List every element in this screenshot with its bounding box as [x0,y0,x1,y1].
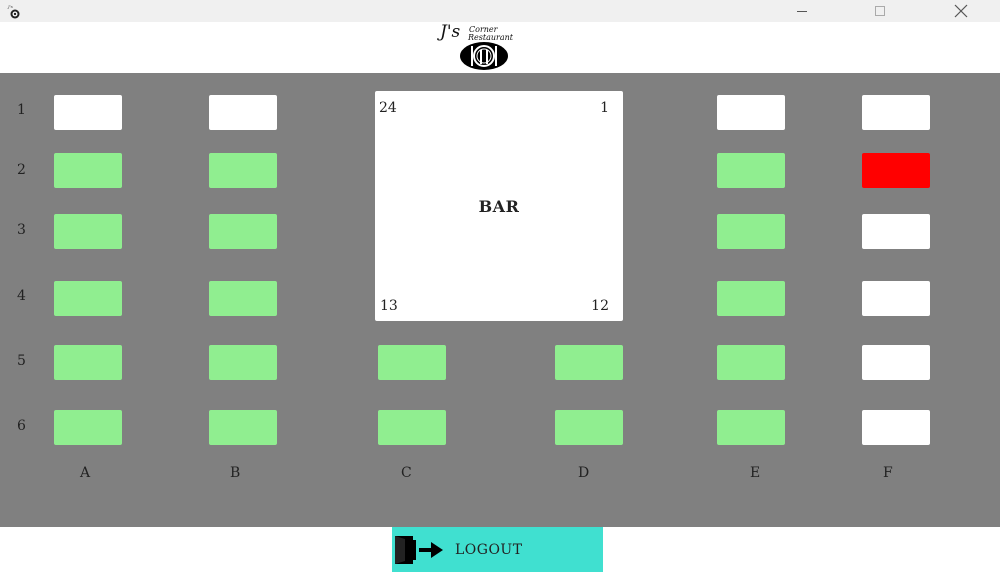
table-a4[interactable] [54,281,122,316]
table-e1[interactable] [717,95,785,130]
logo-initials: J's [440,22,461,42]
logout-button[interactable]: LOGOUT [392,527,603,572]
bar-seat-24: 24 [379,100,397,116]
table-f3[interactable] [862,214,930,249]
table-a1[interactable] [54,95,122,130]
logo-line-2: Restaurant [468,33,513,42]
table-a2[interactable] [54,153,122,188]
restaurant-logo: J's Corner Restaurant [438,22,528,72]
exit-door-icon [395,536,443,564]
table-e5[interactable] [717,345,785,380]
table-a5[interactable] [54,345,122,380]
logout-label: LOGOUT [455,542,523,558]
table-e4[interactable] [717,281,785,316]
row-label-6: 6 [17,418,26,434]
footer: LOGOUT [0,527,1000,572]
table-b5[interactable] [209,345,277,380]
column-label-b: B [230,465,241,481]
close-icon [954,4,968,18]
plate-fork-knife-icon [460,42,508,70]
table-b4[interactable] [209,281,277,316]
maximize-button[interactable] [857,0,903,22]
column-label-c: C [401,465,412,481]
table-b2[interactable] [209,153,277,188]
row-label-2: 2 [17,162,26,178]
floor-plan: 24 1 BAR 13 12 123456ABCDEF [0,73,1000,527]
maximize-icon [875,6,885,16]
table-f4[interactable] [862,281,930,316]
close-button[interactable] [938,0,984,22]
table-c6[interactable] [378,410,446,445]
window-title-bar: J's [0,0,1000,22]
column-label-d: D [578,465,590,481]
table-f6[interactable] [862,410,930,445]
table-e3[interactable] [717,214,785,249]
row-label-5: 5 [17,353,26,369]
table-d6[interactable] [555,410,623,445]
table-a3[interactable] [54,214,122,249]
minimize-button[interactable] [779,0,825,22]
table-b1[interactable] [209,95,277,130]
restaurant-app-icon: J's [7,3,23,19]
table-a6[interactable] [54,410,122,445]
row-label-1: 1 [17,102,26,118]
bar-seat-13: 13 [380,298,398,314]
table-b6[interactable] [209,410,277,445]
bar-seat-12: 12 [591,298,609,314]
table-c5[interactable] [378,345,446,380]
column-label-f: F [883,465,893,481]
table-f1[interactable] [862,95,930,130]
column-label-a: A [80,465,91,481]
table-e6[interactable] [717,410,785,445]
table-f2[interactable] [862,153,930,188]
column-label-e: E [750,465,761,481]
table-f5[interactable] [862,345,930,380]
row-label-4: 4 [17,288,26,304]
table-b3[interactable] [209,214,277,249]
svg-text:J's: J's [7,4,13,9]
header: J's Corner Restaurant [0,22,1000,73]
bar-label: BAR [478,197,520,216]
minimize-icon [797,11,807,12]
table-e2[interactable] [717,153,785,188]
bar-counter: 24 1 BAR 13 12 [375,91,623,321]
table-d5[interactable] [555,345,623,380]
row-label-3: 3 [17,222,26,238]
bar-seat-1: 1 [600,100,609,116]
